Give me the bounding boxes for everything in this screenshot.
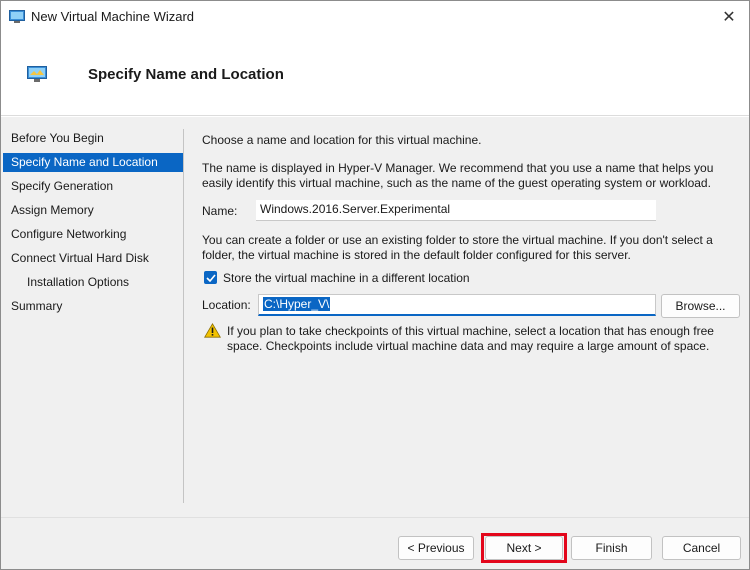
nav-item-assign-memory[interactable]: Assign Memory bbox=[3, 201, 183, 220]
close-icon[interactable]: ✕ bbox=[709, 1, 749, 33]
warning-text: If you plan to take checkpoints of this … bbox=[227, 324, 714, 353]
wizard-body: Before You Begin Specify Name and Locati… bbox=[1, 117, 749, 517]
location-input-value: C:\Hyper_V\ bbox=[263, 297, 331, 311]
intro-text: Choose a name and location for this virt… bbox=[202, 133, 482, 147]
location-input[interactable]: C:\Hyper_V\ bbox=[258, 294, 656, 316]
nav-item-installation-options[interactable]: Installation Options bbox=[3, 273, 183, 292]
nav-item-summary[interactable]: Summary bbox=[3, 297, 183, 316]
page-title: Specify Name and Location bbox=[88, 66, 284, 83]
virtual-machine-icon bbox=[9, 10, 25, 23]
checkmark-icon bbox=[205, 273, 216, 282]
location-label: Location: bbox=[202, 298, 251, 312]
virtual-machine-icon bbox=[27, 66, 47, 82]
next-button-highlight bbox=[481, 533, 567, 563]
title-bar: New Virtual Machine Wizard ✕ bbox=[1, 1, 749, 33]
name-input[interactable]: Windows.2016.Server.Experimental bbox=[256, 200, 656, 221]
nav-item-configure-networking[interactable]: Configure Networking bbox=[3, 225, 183, 244]
finish-button[interactable]: Finish bbox=[571, 536, 652, 560]
store-location-checkbox[interactable] bbox=[204, 271, 217, 284]
wizard-steps-nav: Before You Begin Specify Name and Locati… bbox=[1, 117, 185, 517]
browse-button[interactable]: Browse... bbox=[661, 294, 740, 318]
name-description: The name is displayed in Hyper-V Manager… bbox=[202, 161, 714, 190]
store-location-label[interactable]: Store the virtual machine in a different… bbox=[223, 271, 470, 285]
wizard-window: New Virtual Machine Wizard ✕ Specify Nam… bbox=[0, 0, 750, 570]
nav-item-specify-generation[interactable]: Specify Generation bbox=[3, 177, 183, 196]
folder-description: You can create a folder or use an existi… bbox=[202, 233, 713, 262]
nav-divider bbox=[183, 129, 184, 503]
name-label: Name: bbox=[202, 204, 238, 218]
nav-item-connect-virtual-hard-disk[interactable]: Connect Virtual Hard Disk bbox=[3, 249, 183, 268]
warning-icon bbox=[204, 323, 221, 338]
window-title: New Virtual Machine Wizard bbox=[31, 9, 195, 24]
wizard-content: Choose a name and location for this virt… bbox=[202, 117, 742, 517]
page-header: Specify Name and Location bbox=[1, 33, 749, 116]
previous-button[interactable]: < Previous bbox=[398, 536, 474, 560]
nav-item-before-you-begin[interactable]: Before You Begin bbox=[3, 129, 183, 148]
nav-item-specify-name-and-location[interactable]: Specify Name and Location bbox=[3, 153, 183, 172]
wizard-footer: < Previous Next > Finish Cancel bbox=[1, 517, 749, 569]
cancel-button[interactable]: Cancel bbox=[662, 536, 741, 560]
